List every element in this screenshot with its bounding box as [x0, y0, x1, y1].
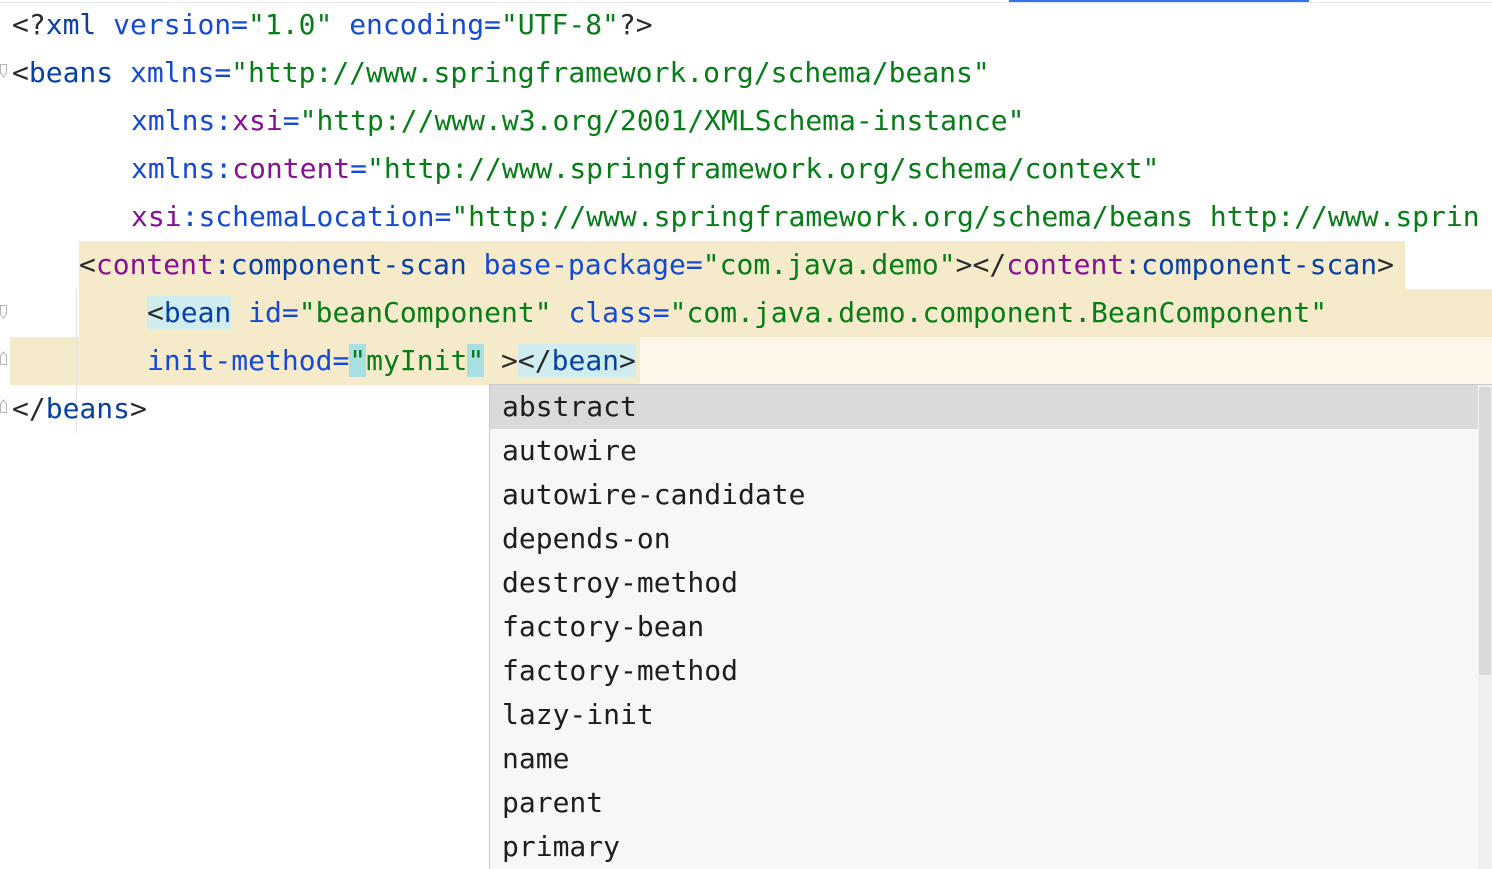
attr-xmlns: xmlns [131, 104, 216, 137]
equals: = [282, 104, 300, 137]
code-line-3[interactable]: xmlns:xsi="http://www.w3.org/2001/XMLSch… [0, 97, 1492, 145]
completion-item[interactable]: destroy-method [490, 561, 1478, 605]
xml-decl-close: ?> [618, 8, 653, 41]
code-completion-popup[interactable]: abstract autowire autowire-candidate dep… [489, 384, 1492, 869]
attr-encoding: encoding [349, 8, 485, 41]
equals: = [350, 152, 368, 185]
xml-decl-open: <? [12, 8, 46, 41]
equals: = [434, 200, 452, 233]
popup-scrollbar-thumb[interactable] [1479, 387, 1491, 675]
tag-beans: beans [28, 56, 114, 89]
value-base-package: "com.java.demo" [702, 248, 956, 281]
completion-item[interactable]: depends-on [490, 517, 1478, 561]
ns-xsi: xsi [232, 104, 283, 137]
code-line-5[interactable]: xsi:schemaLocation="http://www.springfra… [0, 193, 1492, 241]
code-line-8[interactable]: init-method="myInit" ></bean> [0, 337, 1492, 385]
value-xmlns-xsi: "http://www.w3.org/2001/XMLSchema-instan… [299, 104, 1025, 137]
xml-decl-name: xml [45, 8, 97, 41]
ns-content: content [1006, 248, 1125, 281]
popup-scrollbar[interactable] [1478, 385, 1492, 869]
tag-open: < [79, 248, 96, 281]
end-tag-beans: beans [45, 392, 131, 425]
code-line-1[interactable]: <?xml version="1.0" encoding="UTF-8"?> [0, 1, 1492, 49]
end-tag-open: </ [517, 344, 552, 377]
tag-close: > [501, 344, 518, 377]
equals: = [685, 248, 703, 281]
value-id: "beanComponent" [298, 296, 552, 329]
attr-xmlns: xmlns [130, 56, 215, 89]
attr-id: id [248, 296, 282, 329]
colon: : [181, 200, 199, 233]
colon: : [1124, 248, 1142, 281]
colon: : [215, 104, 233, 137]
attr-version: version [113, 8, 232, 41]
ns-content: content [232, 152, 351, 185]
value-version: "1.0" [248, 8, 333, 41]
completion-item[interactable]: name [490, 737, 1478, 781]
end-tag-bean: bean [551, 344, 620, 377]
code-line-7[interactable]: <bean id="beanComponent" class="com.java… [0, 289, 1492, 337]
value-class: "com.java.demo.component.BeanComponent" [669, 296, 1328, 329]
tag-open: < [147, 296, 164, 329]
attr-class: class [568, 296, 653, 329]
tag-component-scan: component-scan [230, 248, 467, 281]
tag-close: > [955, 248, 973, 281]
equals: = [281, 296, 299, 329]
attr-xmlns: xmlns [131, 152, 216, 185]
completion-item[interactable]: parent [490, 781, 1478, 825]
value-init-method: myInit [366, 344, 468, 377]
close-quote: " [467, 344, 485, 377]
code-line-4[interactable]: xmlns:content="http://www.springframewor… [0, 145, 1492, 193]
equals: = [652, 296, 670, 329]
tag-close: > [130, 392, 147, 425]
colon: : [215, 152, 233, 185]
open-quote: " [349, 344, 367, 377]
equals: = [214, 56, 232, 89]
tag-bean: bean [163, 296, 232, 329]
equals: = [231, 8, 249, 41]
value-xmlns: "http://www.springframework.org/schema/b… [231, 56, 990, 89]
colon: : [213, 248, 231, 281]
completion-item[interactable]: lazy-init [490, 693, 1478, 737]
ns-xsi: xsi [131, 200, 182, 233]
value-schemalocation: "http://www.springframework.org/schema/b… [451, 200, 1480, 233]
completion-item[interactable]: factory-method [490, 649, 1478, 693]
end-tag-open: </ [972, 248, 1007, 281]
completion-item[interactable]: primary [490, 825, 1478, 869]
end-tag-component-scan: component-scan [1141, 248, 1378, 281]
equals: = [484, 8, 501, 41]
tag-open: < [12, 56, 29, 89]
equals: = [332, 344, 350, 377]
completion-item[interactable]: autowire-candidate [490, 473, 1478, 517]
tag-close: > [1377, 248, 1394, 281]
code-line-2[interactable]: <beans xmlns="http://www.springframework… [0, 49, 1492, 97]
completion-item[interactable]: autowire [490, 429, 1478, 473]
code-line-6[interactable]: <content:component-scan base-package="co… [0, 241, 1492, 289]
tag-close: > [619, 344, 636, 377]
ns-content: content [95, 248, 214, 281]
completion-item[interactable]: factory-bean [490, 605, 1478, 649]
completion-item[interactable]: abstract [490, 385, 1478, 429]
attr-schemalocation: schemaLocation [198, 200, 435, 233]
value-encoding: "UTF-8" [500, 8, 619, 41]
end-tag-open: </ [12, 392, 46, 425]
value-xmlns-content: "http://www.springframework.org/schema/c… [367, 152, 1160, 185]
attr-base-package: base-package [483, 248, 686, 281]
attr-init-method: init-method [147, 344, 333, 377]
